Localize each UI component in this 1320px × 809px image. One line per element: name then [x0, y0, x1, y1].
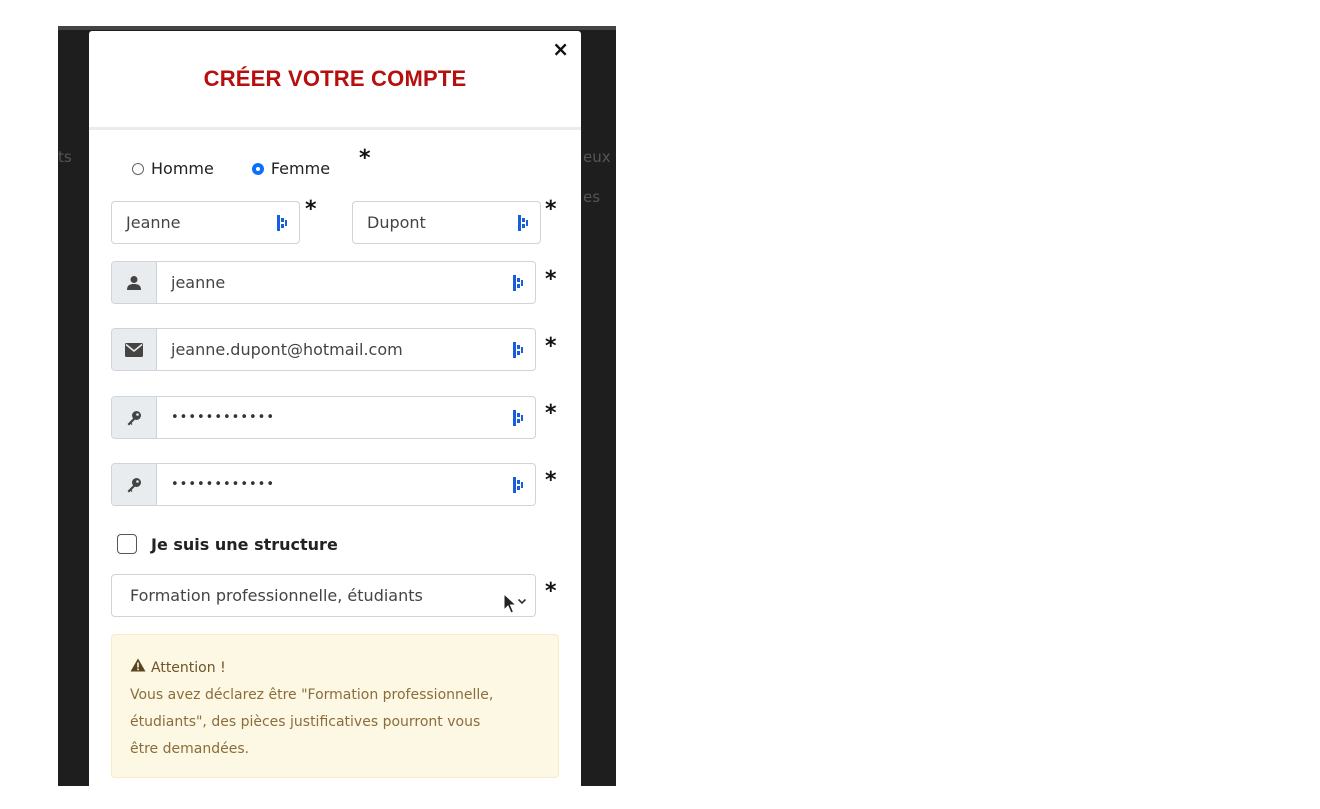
first-name-field[interactable]: Jeanne	[111, 201, 300, 244]
status-select[interactable]: Formation professionnelle, étudiants	[111, 574, 536, 617]
backdrop-top-line	[58, 26, 616, 30]
alert-line: étudiants", des pièces justificatives po…	[130, 714, 481, 730]
alert-title: Attention !	[151, 660, 226, 676]
password-confirm-field[interactable]: ••••••••••••	[111, 463, 536, 506]
required-marker: *	[545, 401, 557, 426]
alert-title-row: Attention !	[130, 655, 540, 682]
chevron-down-icon[interactable]	[517, 591, 527, 604]
background-text: ts	[58, 148, 72, 166]
alert-line: être demandées.	[130, 741, 250, 757]
alert-line: Vous avez déclarez être "Formation profe…	[130, 687, 494, 703]
required-marker: *	[545, 579, 557, 604]
structure-checkbox-row[interactable]: Je suis une structure	[117, 534, 338, 554]
required-marker: *	[305, 197, 317, 222]
radio-homme[interactable]: Homme	[132, 159, 214, 178]
bitwarden-icon[interactable]	[511, 341, 525, 359]
required-marker: *	[359, 146, 371, 171]
status-select-value: Formation professionnelle, étudiants	[130, 586, 423, 605]
bitwarden-icon[interactable]	[511, 409, 525, 427]
password-value[interactable]: ••••••••••••	[157, 410, 511, 425]
email-value[interactable]: jeanne.dupont@hotmail.com	[157, 340, 511, 359]
required-marker: *	[545, 468, 557, 493]
bitwarden-icon[interactable]	[275, 214, 289, 232]
radio-femme[interactable]: Femme	[251, 159, 331, 178]
background-text: eux	[583, 148, 611, 166]
envelope-icon	[112, 329, 157, 370]
email-field[interactable]: jeanne.dupont@hotmail.com	[111, 328, 536, 371]
warning-alert: Attention ! Vous avez déclarez être "For…	[111, 634, 559, 778]
radio-femme-label: Femme	[270, 159, 331, 178]
last-name-value[interactable]: Dupont	[353, 213, 516, 232]
required-marker: *	[545, 197, 557, 222]
bitwarden-icon[interactable]	[516, 214, 530, 232]
structure-checkbox[interactable]	[117, 534, 137, 554]
first-name-value[interactable]: Jeanne	[112, 213, 275, 232]
warning-triangle-icon	[130, 655, 146, 682]
username-field[interactable]: jeanne	[111, 261, 536, 304]
username-value[interactable]: jeanne	[157, 273, 511, 292]
bitwarden-icon[interactable]	[511, 274, 525, 292]
modal-title: CRÉER VOTRE COMPTE	[203, 66, 467, 91]
background-text: es	[583, 188, 601, 206]
last-name-field[interactable]: Dupont	[352, 201, 541, 244]
key-icon	[112, 397, 157, 438]
key-icon	[112, 464, 157, 505]
password-field[interactable]: ••••••••••••	[111, 396, 536, 439]
mouse-cursor-icon	[503, 592, 518, 619]
radio-homme-label: Homme	[151, 159, 214, 178]
password-confirm-value[interactable]: ••••••••••••	[157, 477, 511, 492]
close-icon[interactable]: ×	[552, 37, 569, 61]
bitwarden-icon[interactable]	[511, 476, 525, 494]
register-modal: CRÉER VOTRE COMPTE × Homme Femme * Jeann…	[89, 31, 581, 786]
radio-femme-circle[interactable]	[251, 162, 264, 175]
user-icon	[112, 262, 157, 303]
modal-header: CRÉER VOTRE COMPTE ×	[89, 31, 581, 130]
required-marker: *	[545, 334, 557, 359]
radio-homme-circle[interactable]	[132, 162, 144, 175]
gender-radio-group: Homme Femme	[132, 159, 368, 178]
structure-checkbox-label: Je suis une structure	[151, 534, 338, 554]
required-marker: *	[545, 267, 557, 292]
